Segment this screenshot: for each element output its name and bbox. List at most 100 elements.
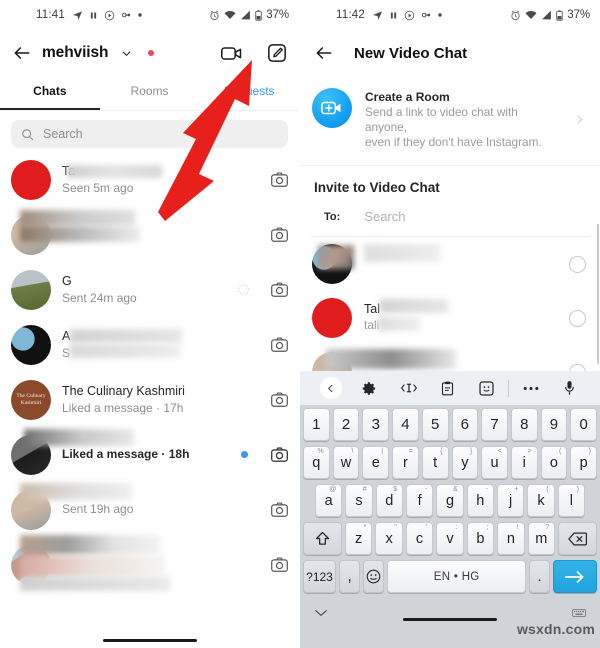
key-s[interactable]: # s [345,484,373,517]
search-input[interactable]: Search [11,120,288,148]
key-x[interactable]: " x [375,522,403,555]
key-e[interactable]: | e [362,446,390,479]
key-q-label: q [312,454,321,471]
key-r[interactable]: = r [392,446,419,479]
key-h[interactable]: -h [466,484,494,517]
comma-key[interactable]: , [339,560,361,593]
key-a[interactable]: @ a [315,484,343,517]
camera-icon[interactable] [271,447,288,462]
key-c[interactable]: ' c [405,522,434,555]
table-row[interactable] [0,207,299,262]
camera-icon[interactable] [271,557,288,572]
key-w-label: w [340,454,352,471]
key-o[interactable]: (o [540,446,568,479]
key-4[interactable]: 4 [392,408,419,441]
camera-icon[interactable] [271,392,288,407]
key-1[interactable]: 1 [302,408,330,441]
scrollbar[interactable] [597,224,599,364]
chevron-down-icon[interactable] [121,48,132,59]
key-7[interactable]: 7 [481,408,508,441]
keyboard-back-button[interactable] [311,377,350,399]
enter-arrow-icon[interactable] [553,560,597,593]
key-b[interactable]: ; b [466,522,495,555]
emoji-icon[interactable] [363,560,385,593]
key-g[interactable]: & g [436,484,464,517]
contact-select-radio[interactable] [569,309,586,327]
chevron-down-icon[interactable] [314,608,328,618]
contact-select-radio[interactable] [569,255,586,273]
key-i-label: i [522,454,526,471]
key-j[interactable]: + j [496,484,525,517]
tab-requests[interactable]: Requests [199,76,299,110]
key-z[interactable]: * z [344,522,373,555]
back-arrow-icon[interactable] [314,43,334,63]
camera-icon[interactable] [271,227,288,242]
key-6[interactable]: 6 [451,408,479,441]
chat-subtitle: Sent 24m ago [62,290,137,305]
camera-icon[interactable] [271,172,288,187]
list-item[interactable]: Tal tali [300,291,600,345]
key-d[interactable]: $ d [375,484,403,517]
battery-percent: 37% [567,9,590,21]
key-q[interactable]: % q [302,446,330,479]
status-left-icons [372,10,442,21]
table-row[interactable] [0,535,299,592]
key-3[interactable]: 3 [362,408,390,441]
key-t[interactable]: {t [421,446,449,479]
more-icon[interactable] [511,386,550,391]
camera-icon[interactable] [271,502,288,517]
tab-rooms[interactable]: Rooms [100,76,200,110]
key-p-label: p [579,454,588,471]
table-row[interactable]: Sent 19h ago [0,482,299,537]
key-k[interactable]: (k [527,484,555,517]
gear-icon[interactable] [350,381,389,396]
compose-icon[interactable] [267,43,287,63]
key-n[interactable]: ! n [497,522,525,555]
shift-icon[interactable] [303,522,342,555]
table-row[interactable]: A S [0,317,299,372]
video-camera-icon[interactable] [221,45,243,62]
list-item[interactable] [300,237,600,291]
key-0[interactable]: 0 [570,408,598,441]
page-title[interactable]: mehviish [42,44,109,62]
key-l[interactable]: ) l [557,484,585,517]
table-row[interactable]: The Culinary Kashmiri The Culinary Kashm… [0,372,299,427]
key-9[interactable]: 9 [540,408,568,441]
cursor-control-icon[interactable] [389,382,428,394]
period-key[interactable]: . [528,560,551,593]
tab-chats[interactable]: Chats [0,76,100,110]
key-y[interactable]: } y [451,446,479,479]
clipboard-icon[interactable] [428,381,467,396]
key-2[interactable]: 2 [332,408,360,441]
sticker-icon[interactable] [467,380,506,396]
key-p[interactable]: ) p [570,446,598,479]
camera-icon[interactable] [271,337,288,352]
backspace-icon[interactable] [558,522,597,555]
key-m[interactable]: ? m [527,522,556,555]
signal-icon [240,10,251,20]
table-row[interactable]: G Sent 24m ago [0,262,299,317]
key-v[interactable]: :v [436,522,464,555]
key-i[interactable]: > i [510,446,538,479]
home-indicator [403,618,497,621]
redaction-blur [20,577,170,591]
space-key[interactable]: EN • HG [387,560,526,593]
key-5[interactable]: 5 [421,408,449,441]
key-8[interactable]: 8 [510,408,538,441]
avatar [312,298,352,338]
key-x-label: x [385,530,393,547]
redaction-blur [326,349,456,369]
microphone-icon[interactable] [550,380,589,396]
symbols-key[interactable]: ?123 [303,560,337,593]
recipient-field[interactable]: To: Search [300,205,600,236]
camera-icon[interactable] [271,282,288,297]
chat-subtitle: Liked a message · 18h [62,447,190,461]
key-f[interactable]: -f [406,484,434,517]
create-room-button[interactable]: Create a Room Send a link to video chat … [300,76,600,163]
key-w[interactable]: \ w [332,446,360,479]
key-u[interactable]: < u [481,446,508,479]
table-row[interactable]: Ta Seen 5m ago [0,152,299,207]
back-arrow-icon[interactable] [12,43,32,63]
table-row[interactable]: Liked a message · 18h [0,427,299,482]
keyboard-icon[interactable] [572,608,586,618]
